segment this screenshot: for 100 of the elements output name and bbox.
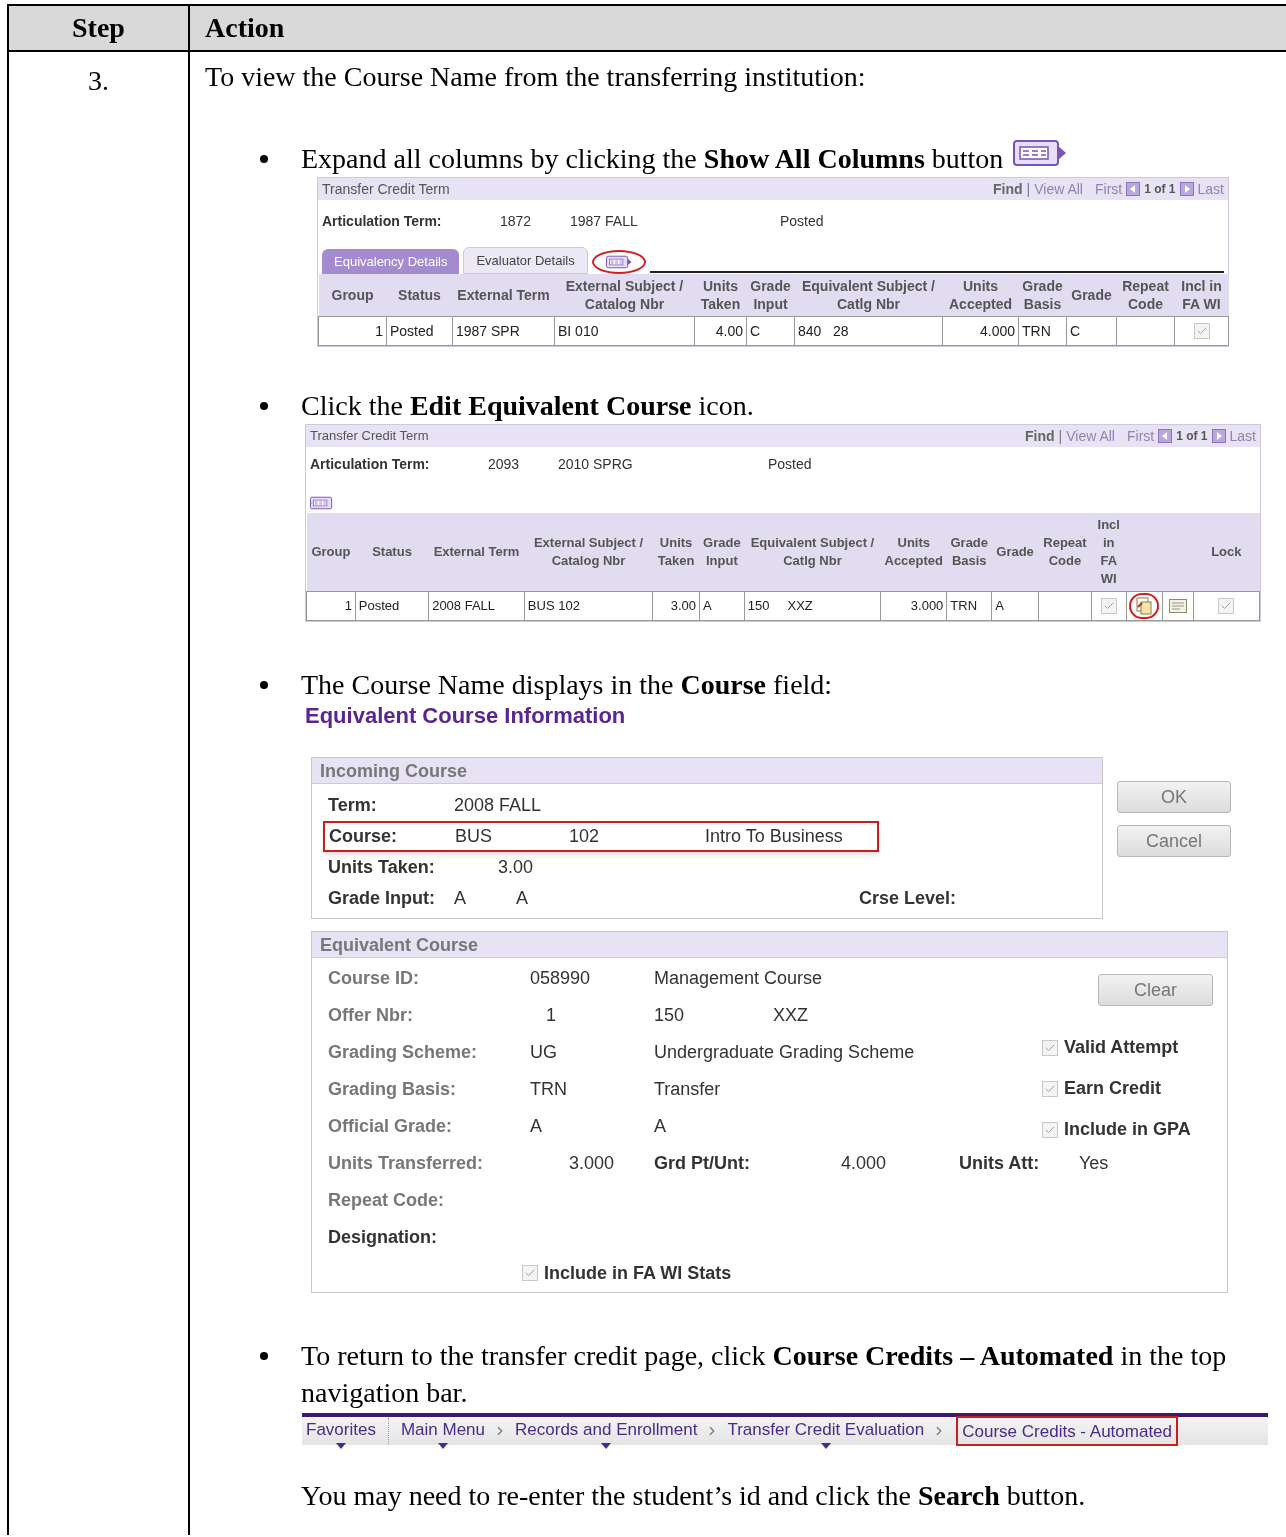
table-cell: 4.00: [715, 322, 743, 339]
dropdown-caret-icon: [601, 1443, 612, 1449]
field-label: Official Grade:: [328, 1115, 454, 1138]
field-value: 2093: [488, 454, 521, 474]
step-number: 3.: [88, 64, 109, 98]
view-all-link[interactable]: View All: [1034, 178, 1083, 200]
checkbox[interactable]: [1218, 598, 1235, 614]
field-value: Undergraduate Grading Scheme: [654, 1041, 915, 1064]
column-header: Grade Input: [699, 513, 745, 592]
field-value: 3.00: [498, 856, 534, 879]
checkbox[interactable]: [1042, 1039, 1058, 1056]
form-button[interactable]: Clear: [1098, 974, 1213, 1006]
checkbox[interactable]: [1042, 1080, 1058, 1097]
show-all-columns-icon[interactable]: [1013, 140, 1068, 166]
nav-link[interactable]: Course Credits - Automated: [956, 1416, 1179, 1446]
field-value: A: [516, 887, 529, 910]
bullet-text: To return to the transfer credit page, click Course Credits – Automated in the top navigation bar.: [301, 1339, 1228, 1410]
checkbox[interactable]: [1100, 598, 1117, 614]
checkbox-label: Include in FA WI Stats: [544, 1261, 732, 1285]
column-header: Grade Basis: [1018, 274, 1067, 317]
tab[interactable]: Equivalency Details: [322, 248, 460, 274]
panel-header: Incoming Course: [312, 758, 1102, 784]
dropdown-caret-icon: [820, 1443, 831, 1449]
table-cell: TRN: [1022, 322, 1051, 339]
column-header: Lock: [1193, 513, 1260, 592]
bullet-icon: [260, 155, 268, 163]
show-all-columns-icon[interactable]: [605, 254, 632, 270]
panel-header: Equivalent Course: [312, 932, 1227, 958]
checkbox-label: Earn Credit: [1064, 1077, 1162, 1100]
edit-document-icon[interactable]: [1135, 597, 1154, 615]
column-header: External Term: [428, 513, 525, 592]
table-cell: A: [995, 598, 1004, 614]
field-value: 1987 FALL: [570, 211, 639, 231]
field-value: Intro To Business: [705, 825, 843, 848]
bullet-text: Expand all columns by clicking the Show All Columns button: [301, 142, 1004, 176]
separator: |: [1058, 426, 1063, 446]
checkmark-icon: [1102, 600, 1115, 612]
bullet-text: The Course Name displays in the Course field:: [301, 668, 833, 702]
bullet-icon: [260, 681, 268, 689]
table-cell: 1987 SPR: [456, 322, 520, 339]
first-link[interactable]: First: [1126, 425, 1155, 447]
field-value: Yes: [1079, 1152, 1109, 1175]
view-all-link[interactable]: View All: [1066, 425, 1115, 447]
field-label: Units Att:: [959, 1152, 1041, 1175]
column-header: Equivalent Subject / Catlg Nbr: [744, 513, 881, 592]
nav-link[interactable]: Transfer Credit Evaluation: [723, 1416, 929, 1446]
field-label: Course:: [329, 825, 398, 848]
last-link[interactable]: Last: [1197, 178, 1224, 200]
checkbox[interactable]: [522, 1265, 538, 1281]
checkbox-label: Valid Attempt: [1064, 1036, 1179, 1059]
field-label: Units Taken:: [328, 856, 436, 879]
column-header: Step: [72, 11, 125, 45]
nav-link[interactable]: Favorites: [302, 1416, 380, 1446]
dropdown-caret-icon: [335, 1443, 346, 1449]
form-button[interactable]: Cancel: [1117, 825, 1231, 857]
last-link[interactable]: Last: [1229, 425, 1256, 447]
table-cell: TRN: [950, 598, 978, 614]
table-cell: BI 010: [558, 322, 599, 339]
table-cell: 1: [344, 598, 352, 614]
column-header: External Subject / Catalog Nbr: [524, 513, 653, 592]
column-header: Grade Input: [746, 274, 795, 317]
field-label: Articulation Term:: [322, 211, 443, 231]
table-cell: 1: [375, 322, 383, 339]
column-header: Action: [205, 11, 285, 45]
nav-link[interactable]: Main Menu: [396, 1416, 490, 1446]
field-value: 4.000: [841, 1152, 888, 1175]
first-link[interactable]: First: [1094, 178, 1123, 200]
form-button[interactable]: OK: [1117, 781, 1231, 813]
field-value: XXZ: [773, 1004, 808, 1027]
instruction-text: To view the Course Name from the transferring institution:: [205, 60, 867, 94]
tab[interactable]: Evaluator Details: [463, 246, 588, 274]
page-count: 1 of 1: [1176, 428, 1208, 445]
field-label: Term:: [328, 794, 378, 817]
find-link[interactable]: Find: [1025, 425, 1055, 447]
table-cell: C: [1070, 322, 1081, 339]
field-value: Posted: [768, 454, 812, 474]
table-cell: 4.000: [979, 322, 1015, 339]
nav-link[interactable]: Records and Enrollment: [511, 1416, 702, 1446]
table-cell: 150 XXZ: [747, 598, 813, 614]
field-value: 2008 FALL: [454, 794, 542, 817]
field-label: Grade Input:: [328, 887, 436, 910]
panel-title: Transfer Credit Term: [310, 427, 429, 446]
field-value: 150: [654, 1004, 686, 1027]
field-value: A: [530, 1115, 543, 1138]
checkbox[interactable]: [1193, 323, 1210, 339]
field-value: UG: [530, 1041, 558, 1064]
table-cell: BUS 102: [527, 598, 580, 614]
field-value: Posted: [780, 211, 824, 231]
find-link[interactable]: Find: [993, 178, 1023, 200]
field-label: Course ID:: [328, 967, 420, 990]
column-header: Status: [386, 274, 453, 317]
checkmark-icon: [1220, 600, 1233, 612]
bullet-icon: [260, 1352, 268, 1360]
field-label: Articulation Term:: [310, 454, 431, 474]
notes-icon[interactable]: [1168, 599, 1187, 613]
field-value: A: [454, 887, 467, 910]
checkbox[interactable]: [1042, 1121, 1058, 1138]
field-value: 102: [569, 825, 601, 848]
table-cell: A: [702, 598, 712, 614]
page-title: Equivalent Course Information: [305, 703, 627, 729]
